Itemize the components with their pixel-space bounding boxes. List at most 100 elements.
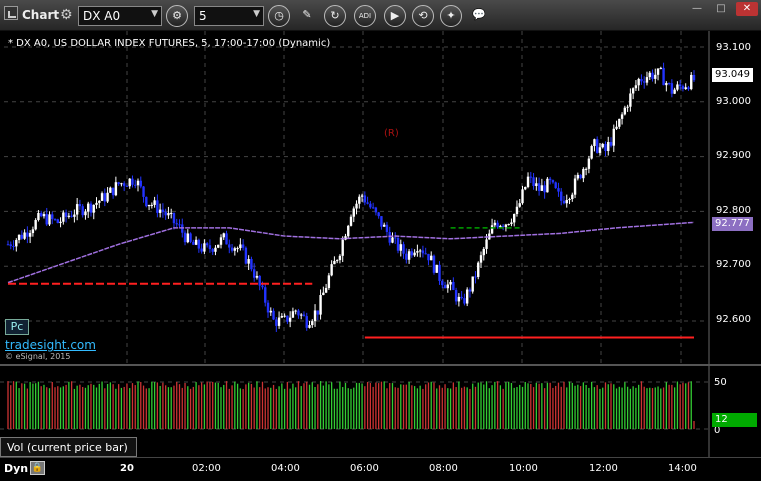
price-candle [142, 186, 145, 197]
price-tick: 92.900 [716, 150, 751, 161]
price-candle [477, 262, 480, 277]
price-candle [654, 74, 657, 79]
price-candle [136, 180, 140, 186]
maximize-button[interactable]: □ [710, 2, 732, 16]
price-candle [300, 314, 303, 316]
price-candle [692, 74, 696, 81]
price-candle [106, 192, 109, 202]
price-candle [103, 193, 107, 202]
price-candle [161, 209, 165, 212]
price-candle [31, 229, 35, 234]
price-candle [681, 86, 685, 89]
price-candle [435, 264, 438, 273]
price-candle [358, 196, 361, 204]
r-annotation: (R) [384, 128, 399, 139]
price-candle [568, 199, 571, 201]
study-icon[interactable]: ADI [354, 5, 376, 27]
price-candle [394, 237, 397, 239]
price-candle [615, 126, 618, 129]
dyn-label[interactable]: Dyn [4, 462, 28, 475]
cog-icon[interactable]: ⚙ [60, 8, 73, 22]
symbol-combo[interactable]: DX A0 ▼ [78, 6, 162, 26]
price-candle [618, 118, 621, 127]
price-candle [432, 255, 436, 273]
price-candle [302, 314, 306, 317]
chevron-down-icon[interactable]: ▼ [151, 9, 158, 19]
settings-button[interactable]: ⚙ [166, 5, 188, 27]
price-candle [665, 83, 668, 86]
price-candle [322, 292, 325, 296]
price-candle [283, 315, 286, 317]
clock-icon[interactable]: ◷ [268, 5, 290, 27]
pc-badge[interactable]: Pc [5, 319, 29, 335]
price-candle [410, 251, 414, 256]
price-candle [607, 142, 610, 151]
price-candle [311, 321, 314, 326]
play-icon[interactable]: ▶ [384, 5, 406, 27]
price-candle [582, 168, 585, 179]
ma-price-tag: 92.777 [712, 217, 753, 231]
price-candle [474, 276, 477, 278]
last-price-tag: 93.049 [712, 68, 753, 82]
price-candle [280, 316, 284, 318]
price-candle [637, 78, 640, 86]
price-candle [609, 142, 613, 146]
pencil-icon[interactable]: ✎ [296, 5, 318, 27]
time-tick: 08:00 [429, 463, 458, 474]
price-candle [626, 106, 629, 108]
price-candle [156, 200, 159, 213]
toolbar: Chart ⚙ DX A0 ▼ ⚙ 5 ▼ ◷ ✎ ↻ ADI ▶ ⟲ ✦ 💬 … [0, 0, 761, 31]
price-candle [39, 212, 43, 217]
price-candle [454, 289, 458, 302]
price-candle [175, 223, 178, 225]
draw-icon[interactable]: ✦ [440, 5, 462, 27]
price-candle [98, 200, 101, 203]
time-tick: 04:00 [271, 463, 300, 474]
price-candle [598, 147, 602, 153]
price-candle [147, 204, 151, 207]
lock-icon[interactable]: 🔒 [30, 461, 45, 475]
price-candle [518, 203, 521, 207]
price-tick: 93.100 [716, 42, 751, 53]
price-candle [684, 87, 687, 89]
price-candle [120, 183, 123, 185]
price-candle [81, 206, 84, 216]
price-candle [659, 67, 663, 69]
price-candle [421, 250, 425, 254]
replay-icon[interactable]: ⟲ [412, 5, 434, 27]
price-chart[interactable] [0, 31, 761, 365]
price-candle [612, 128, 615, 146]
price-candle [347, 225, 350, 237]
price-candle [45, 214, 48, 225]
price-candle [402, 244, 405, 254]
price-candle [170, 212, 173, 214]
price-candle [413, 252, 416, 256]
cursor-icon[interactable]: ↻ [324, 5, 346, 27]
price-candle [416, 251, 419, 253]
chat-icon[interactable]: 💬 [468, 5, 490, 27]
price-candle [291, 311, 295, 318]
volume-study-label[interactable]: Vol (current price bar) [0, 437, 137, 457]
price-candle [427, 253, 430, 261]
tradesight-link[interactable]: tradesight.com [5, 338, 96, 352]
price-candle [172, 212, 176, 224]
price-candle [189, 233, 192, 242]
price-candle [264, 287, 267, 303]
price-candle [20, 234, 24, 239]
price-candle [239, 244, 242, 249]
price-candle [540, 185, 544, 191]
price-pane[interactable]: * DX A0, US DOLLAR INDEX FUTURES, 5, 17:… [0, 31, 761, 365]
price-candle [84, 211, 87, 216]
price-candle [111, 187, 115, 196]
price-candle [23, 232, 26, 239]
price-candle [449, 281, 452, 285]
chevron-down-icon[interactable]: ▼ [253, 9, 260, 19]
interval-combo[interactable]: 5 ▼ [194, 6, 264, 26]
price-candle [186, 233, 189, 243]
volume-pane[interactable]: 50 0 12 Vol (current price bar) [0, 366, 761, 457]
minimize-button[interactable]: — [686, 2, 708, 16]
time-axis[interactable]: Dyn 🔒 20 02:00 04:00 06:00 08:00 10:00 1… [0, 457, 761, 481]
price-candle [593, 139, 596, 146]
price-candle [338, 255, 342, 261]
close-button[interactable]: ✕ [736, 2, 758, 16]
